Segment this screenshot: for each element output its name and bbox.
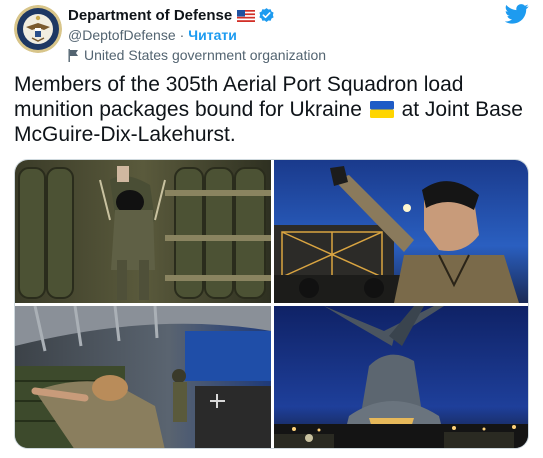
us-flag-icon bbox=[237, 9, 256, 22]
follow-link[interactable]: Читати bbox=[188, 27, 237, 43]
airman-thumbs-up-photo[interactable] bbox=[274, 160, 528, 303]
org-label: United States government organization bbox=[84, 47, 327, 63]
tweet-card: Department of Defense @DeptofDefense · Ч… bbox=[0, 0, 543, 458]
tweet-text-part-1: Members of the 305th Aerial Port Squadro… bbox=[14, 73, 464, 121]
c17-aircraft-night-photo[interactable] bbox=[274, 306, 528, 448]
author-handle[interactable]: @DeptofDefense bbox=[68, 27, 176, 43]
twitter-bird-icon[interactable] bbox=[504, 4, 529, 24]
author-block: Department of Defense @DeptofDefense · Ч… bbox=[68, 5, 488, 64]
media-grid bbox=[14, 159, 529, 449]
verified-badge-icon bbox=[258, 7, 275, 24]
airman-pushing-pallet-photo[interactable] bbox=[15, 306, 271, 448]
ukraine-flag-emoji bbox=[369, 99, 394, 118]
tweet-text: Members of the 305th Aerial Port Squadro… bbox=[14, 72, 526, 147]
dod-seal-avatar[interactable] bbox=[14, 5, 62, 53]
handle-separator: · bbox=[179, 27, 185, 43]
airman-loading-munitions-photo[interactable] bbox=[15, 160, 271, 303]
flag-icon bbox=[68, 48, 79, 62]
author-name[interactable]: Department of Defense bbox=[68, 7, 232, 24]
